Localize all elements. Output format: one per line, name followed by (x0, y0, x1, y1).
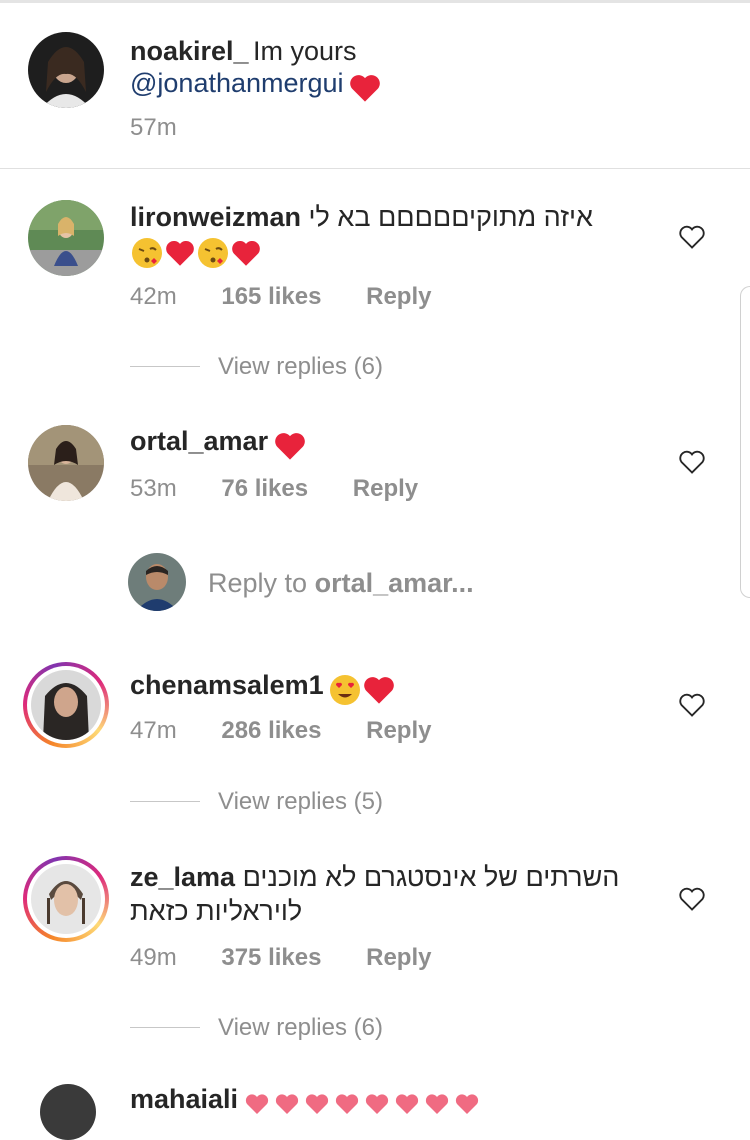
caption-text: Im yours (253, 36, 357, 66)
heart-outline-icon[interactable] (678, 692, 706, 718)
heart-icon (350, 74, 380, 102)
comment-4-likes[interactable]: 375 likes (221, 944, 321, 971)
comment-1-view-replies[interactable]: View replies (6) (218, 353, 383, 381)
comment-3-likes[interactable]: 286 likes (221, 717, 321, 744)
heart-icon (232, 240, 260, 266)
avatar-lironweizman[interactable] (28, 200, 104, 276)
heart-outline-icon[interactable] (678, 886, 706, 912)
comment-3-view-replies[interactable]: View replies (5) (218, 788, 383, 816)
comment-1-username[interactable]: lironweizman (130, 202, 301, 232)
avatar-partial[interactable] (40, 1084, 96, 1140)
comment-1-meta: 42m 165 likes Reply (130, 283, 431, 311)
comment-2-likes[interactable]: 76 likes (221, 475, 308, 502)
view-replies-line (130, 1027, 200, 1028)
comment-5-line-1: mahaiali (130, 1082, 479, 1121)
comment-1-likes[interactable]: 165 likes (221, 283, 321, 310)
caption-time: 57m (130, 114, 177, 141)
heart-icon (274, 432, 305, 460)
comment-3-time: 47m (130, 717, 177, 744)
comment-3-reply-button[interactable]: Reply (366, 717, 431, 744)
heart-icon (166, 240, 194, 266)
top-divider (0, 0, 750, 3)
heart-eyes-emoji (330, 674, 361, 705)
comment-2-time: 53m (130, 475, 177, 502)
avatar-noakirel[interactable] (28, 32, 104, 108)
comment-4-meta: 49m 375 likes Reply (130, 944, 431, 972)
hearts-row-icon (245, 1094, 478, 1114)
comment-1-time: 42m (130, 283, 177, 310)
comment-1-reply-button[interactable]: Reply (366, 283, 431, 310)
comment-4-time: 49m (130, 944, 177, 971)
kiss-face-emoji (198, 237, 228, 268)
avatar-current-user (128, 553, 186, 611)
comment-2-line-1: ortal_amar (130, 424, 307, 463)
scrollbar[interactable] (740, 286, 750, 598)
caption-username[interactable]: noakirel_ (130, 36, 249, 66)
comment-4-line-1: ze_lama השרתים של אינסטגרם לא מוכנים (130, 860, 660, 894)
comment-3-meta: 47m 286 likes Reply (130, 717, 431, 745)
view-replies-line (130, 801, 200, 802)
reply-input-target: ortal_amar... (314, 568, 474, 598)
reply-input[interactable]: Reply to ortal_amar... (208, 568, 474, 599)
heart-icon (364, 676, 394, 704)
comment-1-line-2 (130, 234, 262, 270)
view-replies-line (130, 366, 200, 367)
caption-mention[interactable]: @jonathanmergui (130, 68, 344, 98)
comment-4-text-line-2: לויראליות כזאת (130, 896, 303, 926)
heart-outline-icon[interactable] (678, 224, 706, 250)
comment-2-username[interactable]: ortal_amar (130, 426, 268, 456)
heart-icon (243, 1092, 479, 1116)
kiss-face-emoji (132, 237, 162, 268)
caption-divider (0, 168, 750, 169)
reply-input-prefix: Reply to (208, 568, 308, 598)
comment-2-meta: 53m 76 likes Reply (130, 475, 418, 503)
comment-3-line-1: chenamsalem1 (130, 668, 396, 707)
comment-1-line-1: lironweizman איזה מתוקיםםםםם בא לי (130, 200, 650, 234)
heart-outline-icon[interactable] (678, 449, 706, 475)
avatar-ortal-amar[interactable] (28, 425, 104, 501)
comment-2-reply-button[interactable]: Reply (353, 475, 418, 502)
comment-1-text-line-1: איזה מתוקיםםםםם בא לי (308, 202, 593, 232)
avatar-ze-lama[interactable] (31, 864, 101, 934)
comment-4-username[interactable]: ze_lama (130, 862, 235, 892)
comment-3-username[interactable]: chenamsalem1 (130, 670, 324, 700)
comment-5-username[interactable]: mahaiali (130, 1084, 238, 1114)
avatar-chenamsalem1[interactable] (31, 670, 101, 740)
comment-4-reply-button[interactable]: Reply (366, 944, 431, 971)
comment-4-view-replies[interactable]: View replies (6) (218, 1014, 383, 1042)
caption-line-2: @jonathanmergui (130, 66, 382, 105)
comment-4-text-line-1: השרתים של אינסטגרם לא מוכנים (242, 862, 620, 892)
